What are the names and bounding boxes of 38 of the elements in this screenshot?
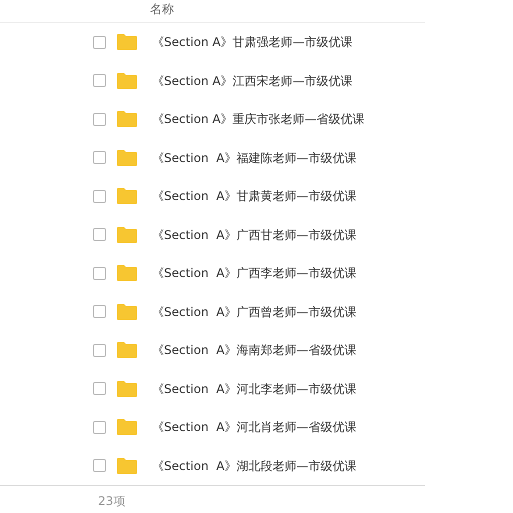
checkbox[interactable] — [93, 74, 106, 88]
folder-icon — [116, 187, 138, 206]
folder-icon — [116, 264, 138, 282]
checkbox[interactable] — [93, 151, 106, 164]
folder-icon — [116, 456, 138, 475]
folder-icon — [116, 380, 138, 398]
file-name[interactable]: 《Section A》河北肖老师—省级优课 — [152, 418, 356, 436]
checkbox[interactable] — [93, 228, 106, 242]
item-count: 23项 — [98, 494, 126, 508]
checkbox[interactable] — [93, 305, 106, 318]
folder-icon — [116, 302, 138, 321]
checkbox[interactable] — [93, 36, 106, 49]
folder-icon — [116, 418, 138, 436]
folder-icon — [116, 33, 138, 52]
file-name[interactable]: 《Section A》广西曾老师—市级优课 — [152, 302, 356, 321]
folder-icon — [116, 72, 138, 90]
file-name[interactable]: 《Section A》海南郑老师—省级优课 — [152, 341, 356, 360]
checkbox[interactable] — [93, 459, 106, 472]
checkbox[interactable] — [93, 344, 106, 357]
file-name[interactable]: 《Section A》广西甘老师—市级优课 — [152, 226, 356, 244]
folder-icon — [116, 110, 138, 128]
file-name[interactable]: 《Section A》河北李老师—市级优课 — [152, 380, 356, 398]
checkbox[interactable] — [93, 382, 106, 396]
file-name[interactable]: 《Section A》甘肃黄老师—市级优课 — [152, 187, 356, 206]
checkbox[interactable] — [93, 112, 106, 126]
checkbox[interactable] — [93, 420, 106, 434]
folder-icon — [116, 341, 138, 360]
folder-icon — [116, 226, 138, 244]
file-name[interactable]: 《Section A》江西宋老师—市级优课 — [152, 72, 353, 90]
file-name[interactable]: 《Section A》甘肃强老师—市级优课 — [152, 33, 353, 52]
file-name[interactable]: 《Section A》重庆市张老师—省级优课 — [152, 110, 365, 128]
file-name[interactable]: 《Section A》广西李老师—市级优课 — [152, 264, 356, 282]
file-name[interactable]: 《Section A》湖北段老师—市级优课 — [152, 456, 356, 475]
column-header[interactable]: 名称 — [150, 2, 174, 16]
folder-icon — [116, 148, 138, 167]
checkbox[interactable] — [93, 190, 106, 203]
file-name[interactable]: 《Section A》福建陈老师—市级优课 — [152, 148, 356, 167]
checkbox[interactable] — [93, 266, 106, 280]
